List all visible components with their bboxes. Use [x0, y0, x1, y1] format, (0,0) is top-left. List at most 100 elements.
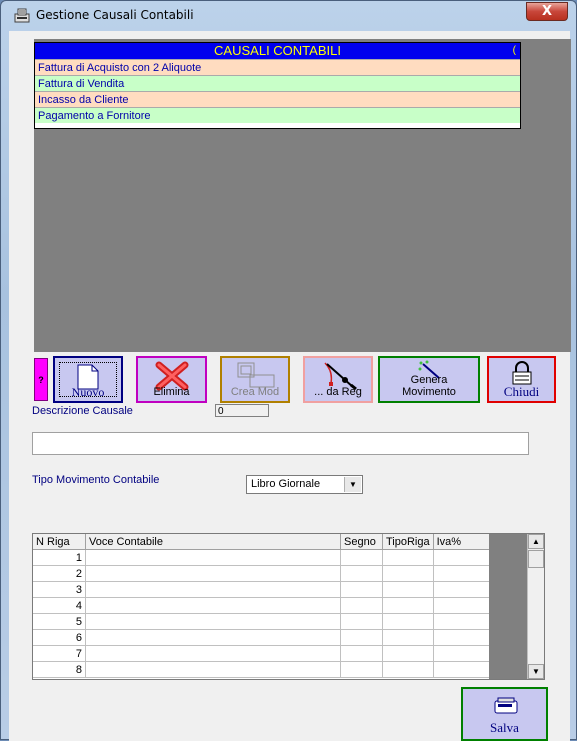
segno-cell[interactable]: [340, 597, 383, 614]
causale-item[interactable]: Fattura di Acquisto con 2 Aliquote: [35, 59, 520, 75]
nuovo-button[interactable]: Nuovo: [53, 356, 123, 403]
elimina-button[interactable]: Elimina: [136, 356, 207, 403]
column-header-segno[interactable]: Segno: [340, 534, 383, 550]
tiporiga-cell[interactable]: [382, 661, 434, 678]
segno-cell[interactable]: [340, 629, 383, 646]
da-reg-label: ... da Reg: [314, 386, 362, 398]
salva-button[interactable]: Salva: [461, 687, 548, 741]
chevron-down-icon[interactable]: ▼: [344, 477, 361, 492]
column-header-n-riga[interactable]: N Riga: [33, 534, 86, 550]
voce-cell[interactable]: [85, 629, 341, 646]
column-header-voce-contabile[interactable]: Voce Contabile: [85, 534, 341, 550]
save-disk-icon: [494, 697, 518, 714]
app-icon: [14, 8, 30, 23]
tiporiga-cell[interactable]: [382, 549, 434, 566]
table-row[interactable]: 8: [33, 661, 491, 678]
window-frame: Gestione Causali Contabili X CAUSALI CON…: [0, 0, 577, 741]
row-number: 2: [33, 565, 86, 582]
segno-cell[interactable]: [340, 565, 383, 582]
table-row[interactable]: 6: [33, 629, 491, 646]
window-client-area: CAUSALI CONTABILI ( Fattura di Acquisto …: [9, 31, 571, 741]
voce-cell[interactable]: [85, 661, 341, 678]
padlock-icon: [512, 361, 532, 385]
da-reg-button[interactable]: ... da Reg: [303, 356, 373, 403]
crea-mod-label: Crea Mod: [230, 386, 280, 398]
tipo-movimento-select[interactable]: Libro Giornale ▼: [246, 475, 363, 494]
row-number: 6: [33, 629, 86, 646]
table-row[interactable]: 4: [33, 597, 491, 614]
grid-vertical-scrollbar[interactable]: ▲ ▼: [527, 534, 544, 679]
descrizione-input[interactable]: [32, 432, 529, 455]
causali-list-header-mark: (: [512, 45, 516, 56]
elimina-label: Elimina: [153, 386, 190, 398]
iva-cell[interactable]: [433, 629, 491, 646]
segno-cell[interactable]: [340, 645, 383, 662]
segno-cell[interactable]: [340, 581, 383, 598]
table-row[interactable]: 3: [33, 581, 491, 598]
template-icon: [237, 362, 275, 388]
scroll-up-icon[interactable]: ▲: [528, 534, 544, 549]
causale-item[interactable]: Incasso da Cliente: [35, 91, 520, 107]
voce-cell[interactable]: [85, 565, 341, 582]
causali-list[interactable]: CAUSALI CONTABILI ( Fattura di Acquisto …: [34, 42, 521, 129]
table-row[interactable]: 7: [33, 645, 491, 662]
tiporiga-cell[interactable]: [382, 565, 434, 582]
close-button[interactable]: X: [526, 2, 568, 21]
row-number: 5: [33, 613, 86, 630]
segno-cell[interactable]: [340, 549, 383, 566]
close-icon: X: [541, 4, 553, 19]
grid-empty-area: [489, 534, 527, 679]
causale-id-field: 0: [215, 404, 269, 417]
voce-cell[interactable]: [85, 597, 341, 614]
row-number: 4: [33, 597, 86, 614]
iva-cell[interactable]: [433, 597, 491, 614]
column-header-tiporiga[interactable]: TipoRiga: [382, 534, 434, 550]
segno-cell[interactable]: [340, 613, 383, 630]
table-row[interactable]: 2: [33, 565, 491, 582]
causale-item[interactable]: Pagamento a Fornitore: [35, 107, 520, 123]
iva-cell[interactable]: [433, 549, 491, 566]
genera-movimento-button[interactable]: Genera Movimento: [378, 356, 480, 403]
righe-table: N Riga Voce Contabile Segno TipoRiga Iva…: [33, 534, 491, 678]
tiporiga-cell[interactable]: [382, 645, 434, 662]
tiporiga-cell[interactable]: [382, 629, 434, 646]
scroll-down-icon[interactable]: ▼: [528, 664, 544, 679]
voce-cell[interactable]: [85, 549, 341, 566]
iva-cell[interactable]: [433, 661, 491, 678]
window-title: Gestione Causali Contabili: [36, 8, 194, 22]
descrizione-label: Descrizione Causale: [32, 405, 133, 417]
tipo-movimento-label: Tipo Movimento Contabile: [32, 474, 160, 486]
voce-cell[interactable]: [85, 581, 341, 598]
column-header-iva[interactable]: Iva%: [433, 534, 491, 550]
table-row[interactable]: 1: [33, 549, 491, 566]
tiporiga-cell[interactable]: [382, 597, 434, 614]
crea-mod-button[interactable]: Crea Mod: [220, 356, 290, 403]
row-number: 1: [33, 549, 86, 566]
segno-cell[interactable]: [340, 661, 383, 678]
righe-grid[interactable]: N Riga Voce Contabile Segno TipoRiga Iva…: [32, 533, 545, 680]
tiporiga-cell[interactable]: [382, 613, 434, 630]
causale-item[interactable]: Fattura di Vendita: [35, 75, 520, 91]
chiudi-button[interactable]: Chiudi: [487, 356, 556, 403]
help-button[interactable]: ?: [34, 358, 48, 401]
iva-cell[interactable]: [433, 613, 491, 630]
voce-cell[interactable]: [85, 613, 341, 630]
row-number: 8: [33, 661, 86, 678]
row-number: 7: [33, 645, 86, 662]
table-row[interactable]: 5: [33, 613, 491, 630]
iva-cell[interactable]: [433, 581, 491, 598]
tipo-movimento-value: Libro Giornale: [251, 478, 321, 490]
title-bar[interactable]: Gestione Causali Contabili X: [1, 1, 576, 31]
chiudi-label: Chiudi: [503, 384, 540, 399]
tiporiga-cell[interactable]: [382, 581, 434, 598]
scroll-thumb[interactable]: [528, 550, 544, 568]
iva-cell[interactable]: [433, 565, 491, 582]
voce-cell[interactable]: [85, 645, 341, 662]
iva-cell[interactable]: [433, 645, 491, 662]
grid-header-row: N Riga Voce Contabile Segno TipoRiga Iva…: [33, 534, 491, 550]
genera-label-line1: Genera: [410, 374, 448, 386]
causali-list-area: CAUSALI CONTABILI ( Fattura di Acquisto …: [34, 39, 571, 352]
genera-label-line2: Movimento: [402, 386, 456, 398]
row-number: 3: [33, 581, 86, 598]
nuovo-label: Nuovo: [71, 385, 105, 399]
